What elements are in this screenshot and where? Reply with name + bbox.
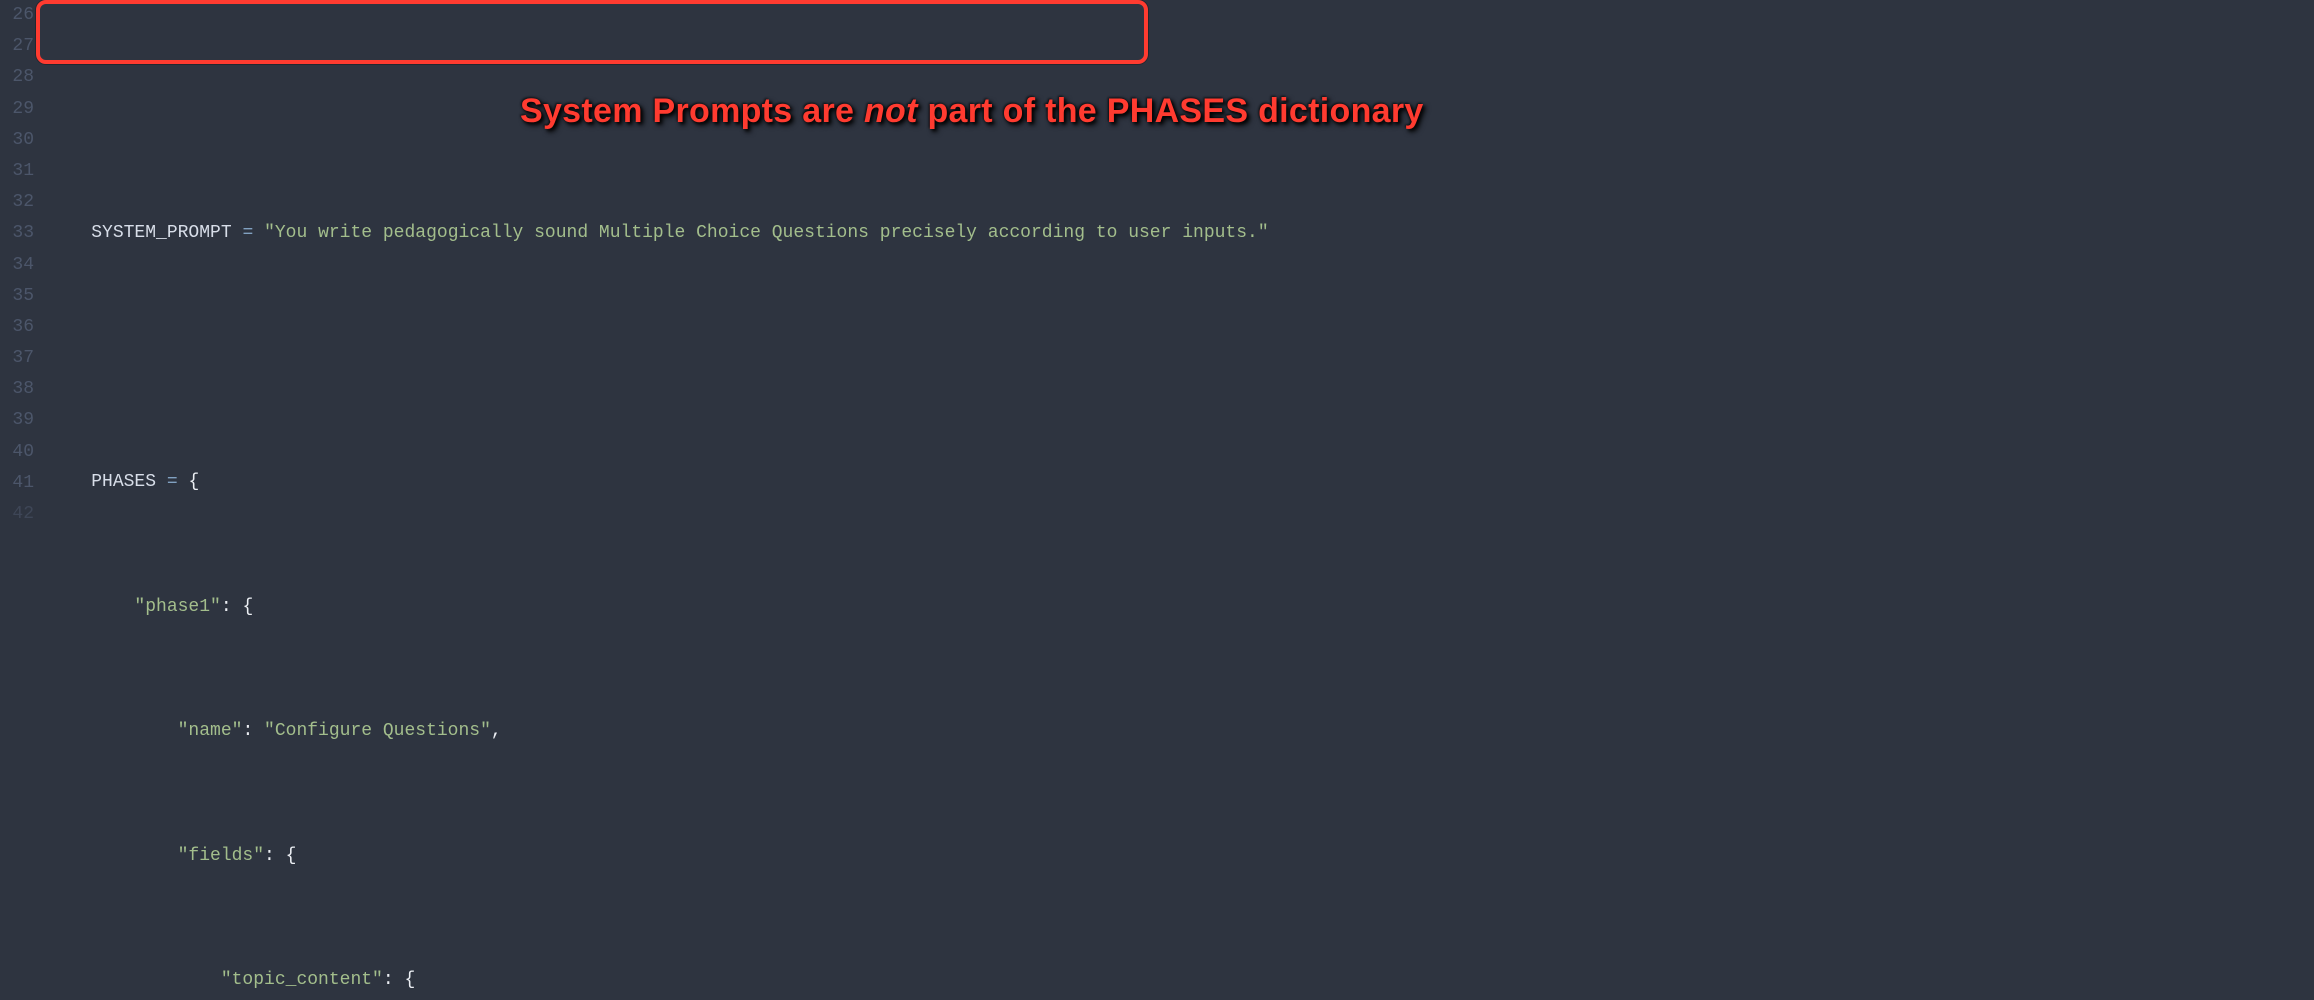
brace-open: { [286, 846, 297, 866]
code-editor: 2627282930313233343536373839404142 SYSTE… [0, 0, 2314, 500]
line-number: 36 [6, 312, 34, 343]
string-literal: "You write pedagogically sound Multiple … [264, 223, 1269, 243]
variable-phases: PHASES [91, 472, 156, 492]
string-literal: "Configure Questions" [264, 721, 491, 741]
operator-assign: = [232, 223, 264, 243]
code-area: SYSTEM_PROMPT = "You write pedagogically… [44, 0, 2314, 500]
code-line-27: SYSTEM_PROMPT = "You write pedagogically… [48, 218, 2314, 249]
annotation-text-post: part of the PHASES dictionary [918, 92, 1424, 130]
colon: : [264, 846, 286, 866]
line-number: 30 [6, 125, 34, 156]
code-line-31: "name": "Configure Questions", [48, 716, 2314, 747]
colon: : [221, 597, 243, 617]
colon: : [383, 970, 405, 990]
line-number: 31 [6, 156, 34, 187]
dict-key: "topic_content" [221, 970, 383, 990]
line-number: 32 [6, 187, 34, 218]
brace-open: { [188, 472, 199, 492]
line-number: 42 [6, 499, 34, 530]
colon: : [242, 721, 264, 741]
code-line-29: PHASES = { [48, 467, 2314, 498]
variable-system-prompt: SYSTEM_PROMPT [91, 223, 231, 243]
code-line-33: "topic_content": { [48, 965, 2314, 996]
brace-open: { [242, 597, 253, 617]
line-number: 38 [6, 374, 34, 405]
dict-key: "fields" [178, 846, 264, 866]
line-number: 39 [6, 405, 34, 436]
line-number: 35 [6, 281, 34, 312]
comma: , [491, 721, 502, 741]
line-number: 40 [6, 437, 34, 468]
line-number: 26 [6, 0, 34, 31]
code-line-32: "fields": { [48, 841, 2314, 872]
annotation-text-em: not [864, 92, 918, 130]
line-number: 41 [6, 468, 34, 499]
dict-key: "name" [178, 721, 243, 741]
brace-open: { [404, 970, 415, 990]
line-number: 33 [6, 218, 34, 249]
line-number: 29 [6, 94, 34, 125]
annotation-text-pre: System Prompts are [520, 92, 864, 130]
code-line-30: "phase1": { [48, 592, 2314, 623]
code-line-28 [48, 343, 2314, 374]
dict-key: "phase1" [134, 597, 220, 617]
line-number: 28 [6, 62, 34, 93]
line-number: 34 [6, 250, 34, 281]
line-number: 27 [6, 31, 34, 62]
operator-assign: = [156, 472, 188, 492]
annotation-label: System Prompts are not part of the PHASE… [520, 82, 1424, 141]
line-number: 37 [6, 343, 34, 374]
line-number-gutter: 2627282930313233343536373839404142 [0, 0, 44, 500]
